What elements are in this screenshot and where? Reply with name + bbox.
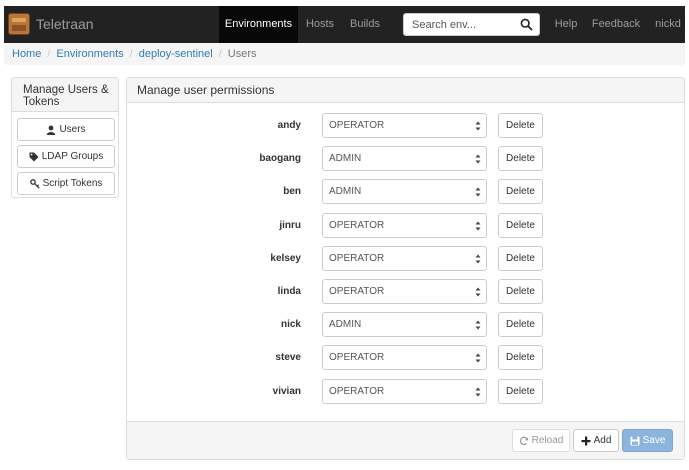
role-select[interactable]: ADMIN <box>322 146 487 172</box>
ldap-groups-button-label: LDAP Groups <box>41 151 104 162</box>
role-select[interactable]: OPERATOR <box>322 212 487 238</box>
top-navbar: Teletraan Environments Hosts Builds Help… <box>4 6 685 43</box>
nav-item-environments[interactable]: Environments <box>219 6 298 43</box>
user-permission-row: baogang ADMIN Delete <box>127 146 684 172</box>
refresh-icon <box>519 436 528 445</box>
user-permission-row: linda OPERATOR Delete <box>127 279 684 304</box>
search-input[interactable] <box>404 14 514 35</box>
user-name: kelsey <box>270 252 301 264</box>
select-arrows-icon <box>475 221 481 231</box>
delete-user-button[interactable]: Delete <box>498 113 543 138</box>
plus-icon <box>581 436 591 445</box>
user-icon <box>47 125 56 135</box>
delete-user-button[interactable]: Delete <box>498 146 543 172</box>
user-permission-row: nick ADMIN Delete <box>127 312 684 338</box>
teletraan-logo-icon <box>8 13 30 35</box>
role-select-value: OPERATOR <box>329 252 385 264</box>
reload-button[interactable]: Reload <box>512 429 570 452</box>
delete-user-button[interactable]: Delete <box>498 345 543 371</box>
delete-user-button[interactable]: Delete <box>498 212 543 238</box>
tag-icon <box>29 152 39 161</box>
panel-footer: Reload Add Save <box>127 421 684 459</box>
key-icon <box>29 178 40 189</box>
delete-user-button[interactable]: Delete <box>498 378 543 404</box>
user-permission-row: ben ADMIN Delete <box>127 179 684 205</box>
user-name: linda <box>277 286 301 297</box>
script-tokens-button-label: Script Tokens <box>42 178 103 189</box>
user-permission-row: steve OPERATOR Delete <box>127 345 684 371</box>
role-select[interactable]: ADMIN <box>322 312 487 338</box>
user-name: nick <box>280 319 301 331</box>
role-select-value: OPERATOR <box>329 219 385 231</box>
breadcrumb-separator: / <box>129 48 133 60</box>
breadcrumb-environments[interactable]: Environments <box>56 48 123 60</box>
users-button[interactable]: Users <box>17 118 115 141</box>
role-select-value: OPERATOR <box>329 120 385 131</box>
user-permission-row: vivian OPERATOR Delete <box>127 378 684 404</box>
user-name: vivian <box>272 385 301 397</box>
nav-item-builds[interactable]: Builds <box>347 6 383 43</box>
role-select[interactable]: ADMIN <box>322 179 487 205</box>
select-arrows-icon <box>475 187 481 197</box>
nav-help[interactable]: Help <box>552 6 580 43</box>
reload-button-label: Reload <box>531 435 564 446</box>
breadcrumb-separator: / <box>47 48 51 60</box>
nav-user[interactable]: nickd <box>652 6 684 43</box>
ldap-groups-button[interactable]: LDAP Groups <box>17 145 115 168</box>
add-button-label: Add <box>593 435 612 446</box>
role-select[interactable]: OPERATOR <box>322 245 487 271</box>
select-arrows-icon <box>475 353 481 363</box>
role-select-value: ADMIN <box>329 319 362 331</box>
breadcrumb-env[interactable]: deploy-sentinel <box>139 48 213 60</box>
script-tokens-button[interactable]: Script Tokens <box>17 172 115 195</box>
user-name: ben <box>283 186 301 198</box>
add-button[interactable]: Add <box>573 429 619 452</box>
side-panel: Manage Users & Tokens Users LDAP Groups … <box>11 77 119 198</box>
nav-feedback[interactable]: Feedback <box>591 6 641 43</box>
select-arrows-icon <box>475 154 481 164</box>
role-select-value: ADMIN <box>329 186 362 198</box>
role-select-value: OPERATOR <box>329 385 385 397</box>
role-select[interactable]: OPERATOR <box>322 345 487 371</box>
breadcrumb: Home / Environments / deploy-sentinel / … <box>4 43 685 65</box>
brand[interactable]: Teletraan <box>8 11 94 37</box>
breadcrumb-home[interactable]: Home <box>12 48 41 60</box>
user-permission-row: andy OPERATOR Delete <box>127 113 684 138</box>
select-arrows-icon <box>475 320 481 330</box>
role-select[interactable]: OPERATOR <box>322 378 487 404</box>
delete-user-button[interactable]: Delete <box>498 312 543 338</box>
breadcrumb-separator: / <box>218 48 222 60</box>
nav-item-hosts[interactable]: Hosts <box>302 6 338 43</box>
user-name: steve <box>275 352 301 364</box>
user-name: andy <box>277 120 301 131</box>
delete-user-button[interactable]: Delete <box>498 179 543 205</box>
select-arrows-icon <box>475 287 481 297</box>
role-select[interactable]: OPERATOR <box>322 279 487 304</box>
user-name: jinru <box>279 219 301 231</box>
save-button[interactable]: Save <box>622 429 673 452</box>
role-select-value: OPERATOR <box>329 286 385 297</box>
breadcrumb-current: Users <box>227 48 257 60</box>
role-select-value: ADMIN <box>329 153 362 165</box>
app-title: Teletraan <box>36 16 94 32</box>
user-permission-row: kelsey OPERATOR Delete <box>127 245 684 271</box>
delete-user-button[interactable]: Delete <box>498 279 543 304</box>
select-arrows-icon <box>475 121 481 131</box>
permissions-panel: Manage user permissions andy OPERATOR Dele… <box>126 77 685 460</box>
search-icon[interactable] <box>520 18 533 31</box>
role-select-value: OPERATOR <box>329 352 385 364</box>
permissions-panel-heading: Manage user permissions <box>127 78 684 103</box>
save-button-label: Save <box>642 435 666 446</box>
search-box <box>403 13 540 36</box>
user-name: baogang <box>259 153 301 165</box>
users-button-label: Users <box>59 124 86 135</box>
select-arrows-icon <box>475 387 481 397</box>
select-arrows-icon <box>475 254 481 264</box>
delete-user-button[interactable]: Delete <box>498 245 543 271</box>
role-select[interactable]: OPERATOR <box>322 113 487 138</box>
user-permission-row: jinru OPERATOR Delete <box>127 212 684 238</box>
floppy-disk-icon <box>630 436 640 445</box>
side-panel-heading: Manage Users & Tokens <box>12 78 118 112</box>
